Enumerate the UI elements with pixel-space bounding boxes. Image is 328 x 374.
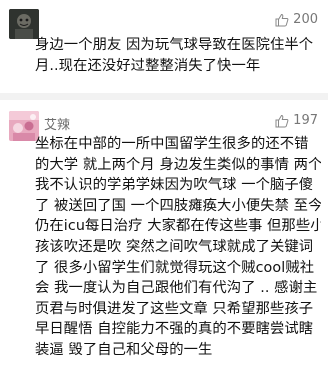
comment-text-line: 身边一个朋友 因为玩气球导致在医院住半个	[35, 37, 314, 53]
comment-text-line: 月..现在还没好过整整消失了快一年	[35, 57, 261, 74]
comment-divider	[0, 93, 328, 100]
comment-text-line: 我不认识的学弟学妹因为吹气球 一个脑子傻	[35, 177, 314, 194]
like-count: 200	[293, 12, 318, 27]
comment-text-line: 页君与时俱进发了这些文章 只希望那些孩子	[35, 300, 314, 317]
comment-text-line: 了 很多小留学生们就觉得玩这个贼cool贼社	[35, 259, 315, 276]
comment-text-line: 早日醒悟 自控能力不强的真的不要瞎尝试瞎	[35, 321, 314, 338]
like-button[interactable]: 197	[275, 113, 318, 128]
thumbs-up-icon	[275, 114, 289, 127]
comment-username[interactable]: 艾辣	[44, 114, 70, 133]
comment-item: 艾辣 197 坐标在中部的一所中国留学生很多的还不错 的大学 就上两个月 身边发…	[0, 100, 328, 374]
comment-text-line: 的大学 就上两个月 身边发生类似的事情 两个	[35, 156, 321, 173]
comment-body: 坐标在中部的一所中国留学生很多的还不错 的大学 就上两个月 身边发生类似的事情 …	[35, 134, 321, 361]
comment-body: 身边一个朋友 因为玩气球导致在医院住半个 月..现在还没好过整整消失了快一年	[35, 35, 321, 76]
comment-text-line: 孩该吹还是吹 突然之间吹气球就成了关键词	[35, 238, 314, 255]
comment-feed: 200 身边一个朋友 因为玩气球导致在医院住半个 月..现在还没好过整整消失了快…	[0, 0, 328, 374]
like-count: 197	[293, 113, 318, 128]
thumbs-up-icon	[275, 13, 289, 26]
comment-text-line: 仍在icu每日治疗 大家都在传这些事 但那些小	[35, 218, 321, 235]
like-button[interactable]: 200	[275, 12, 318, 27]
comment-item: 200 身边一个朋友 因为玩气球导致在医院住半个 月..现在还没好过整整消失了快…	[0, 0, 328, 93]
comment-text-line: 会 我一度认为自己跟他们有代沟了 .. 感谢主	[35, 280, 318, 297]
comment-text-line: 了 被送回了国 一个四肢瘫痪大小便失禁 至今	[35, 197, 321, 214]
comment-text-line: 装逼 毁了自己和父母的一生	[35, 341, 213, 358]
comment-text-line: 坐标在中部的一所中国留学生很多的还不错	[35, 136, 309, 152]
